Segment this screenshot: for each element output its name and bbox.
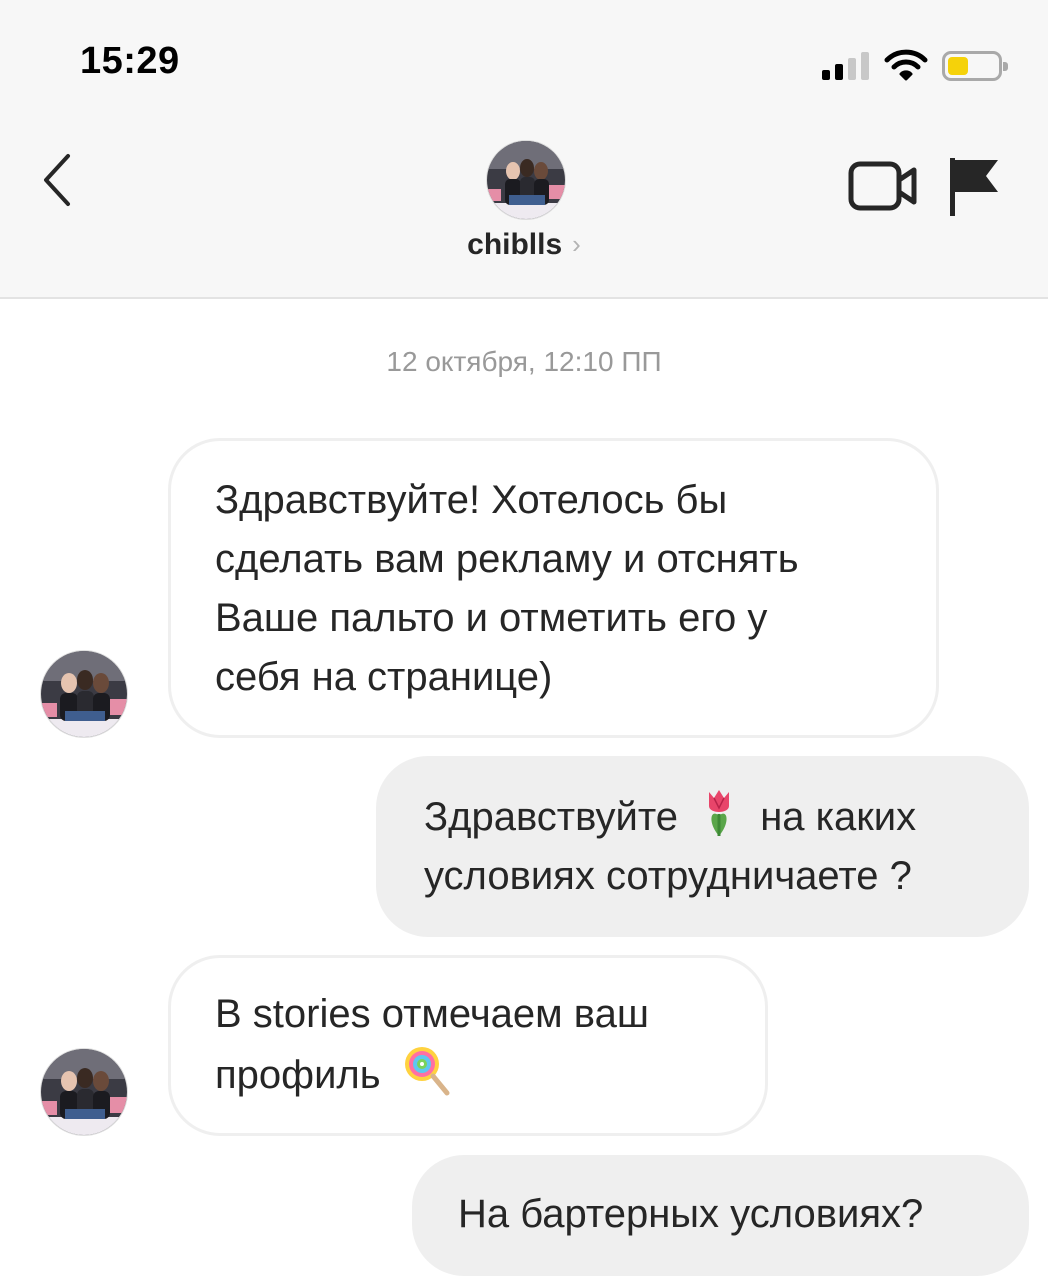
date-separator: 12 октября, 12:10 ПП bbox=[386, 346, 662, 377]
message-text-line: В stories отмечаем ваш bbox=[215, 992, 649, 1036]
lollipop-emoji bbox=[404, 1047, 450, 1096]
cellular-signal-icon bbox=[822, 52, 872, 80]
username-link[interactable]: chiblls › bbox=[0, 228, 1048, 262]
message-text-line: На бартерных условиях? bbox=[458, 1192, 924, 1236]
message-text-line: Ваше пальто и отметить его у bbox=[215, 596, 768, 640]
incoming-message-bubble[interactable]: В stories отмечаем ваш профиль bbox=[168, 955, 768, 1136]
header-avatar[interactable] bbox=[486, 140, 566, 220]
incoming-message-bubble[interactable]: Здравствуйте! Хотелось бы сделать вам ре… bbox=[168, 438, 939, 738]
sender-avatar[interactable] bbox=[40, 1048, 128, 1136]
chat-username: chiblls bbox=[467, 228, 563, 261]
outgoing-message-bubble[interactable]: На бартерных условиях? bbox=[412, 1155, 1029, 1276]
wifi-icon bbox=[884, 49, 928, 81]
message-text: Здравствуйте bbox=[424, 795, 678, 839]
tulip-emoji bbox=[709, 790, 730, 836]
message-text-line: сделать вам рекламу и отснять bbox=[215, 537, 799, 581]
battery-icon bbox=[942, 51, 1008, 81]
flag-icon[interactable] bbox=[946, 154, 1000, 218]
top-bar: 15:29 chiblls › bbox=[0, 0, 1048, 299]
message-text: профиль bbox=[215, 1053, 381, 1097]
video-camera-icon[interactable] bbox=[848, 158, 920, 214]
message-text: на каких bbox=[760, 795, 917, 839]
message-text-line: условиях сотрудничаете ? bbox=[424, 854, 912, 898]
status-time: 15:29 bbox=[80, 40, 180, 82]
back-chevron-icon[interactable] bbox=[38, 150, 78, 210]
outgoing-message-bubble[interactable]: Здравствуйте на каких условиях сотруднич… bbox=[376, 756, 1029, 937]
chevron-right-icon: › bbox=[572, 229, 581, 259]
message-text-line: Здравствуйте! Хотелось бы bbox=[215, 478, 728, 522]
sender-avatar[interactable] bbox=[40, 650, 128, 738]
message-text-line: себя на странице) bbox=[215, 655, 553, 699]
